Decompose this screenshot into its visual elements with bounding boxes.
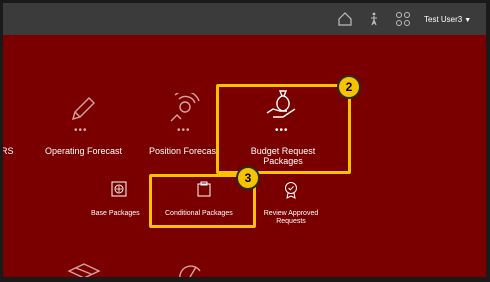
- approved-badge-icon[interactable]: [283, 181, 299, 199]
- card-review-approved-requests-label[interactable]: Review Approved Requests: [257, 210, 325, 226]
- cube-icon[interactable]: [67, 261, 101, 281]
- gauge-icon[interactable]: [177, 259, 203, 281]
- label-line-1: Review Approved: [263, 210, 319, 217]
- card-more-dots[interactable]: •••: [177, 126, 191, 136]
- chevron-down-icon: ▼: [464, 17, 472, 24]
- user-menu[interactable]: Test User3 ▼: [424, 15, 471, 24]
- card-partial-label[interactable]: RS: [3, 146, 14, 156]
- top-bar: Test User3 ▼: [3, 3, 486, 35]
- callout-badge: 3: [236, 166, 260, 190]
- app-window: Test User3 ▼ RS ••• Operating Forecast ••…: [0, 0, 490, 282]
- card-more-dots[interactable]: •••: [74, 126, 88, 136]
- home-icon[interactable]: [337, 11, 353, 27]
- label-line-2: Requests: [276, 218, 306, 225]
- user-name: Test User3: [424, 15, 463, 24]
- callout-highlight-box: [216, 84, 351, 174]
- card-base-packages-label[interactable]: Base Packages: [91, 210, 140, 218]
- accessibility-icon[interactable]: [366, 11, 382, 27]
- pencil-icon[interactable]: [67, 93, 99, 125]
- base-package-icon[interactable]: [111, 181, 127, 197]
- callout-badge: 2: [337, 75, 361, 99]
- card-operating-forecast-label[interactable]: Operating Forecast: [45, 146, 122, 156]
- navigator-grid-icon[interactable]: [395, 11, 411, 27]
- card-position-forecast-label[interactable]: Position Forecast: [149, 146, 219, 156]
- position-rings-icon[interactable]: [167, 93, 201, 125]
